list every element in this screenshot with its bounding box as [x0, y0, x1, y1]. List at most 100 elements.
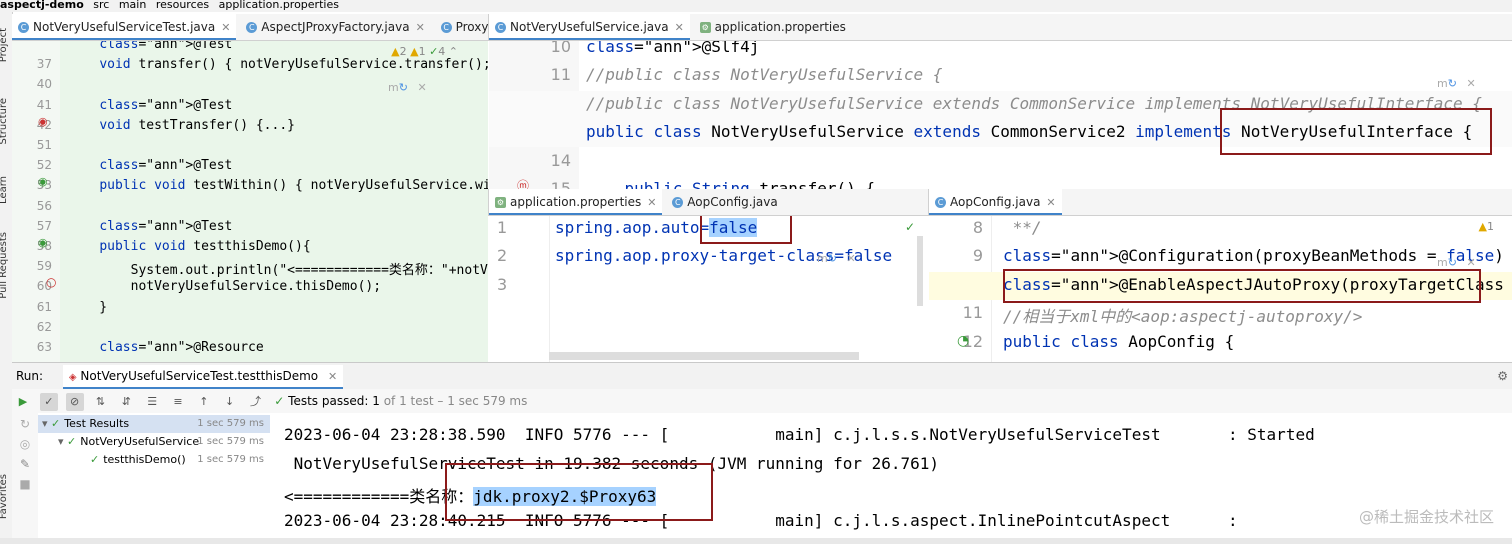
java-class-icon: C	[672, 197, 684, 208]
tab-notveryusefulservicetest[interactable]: C NotVeryUsefulServiceTest.java ✕	[12, 14, 237, 40]
run-test-icon[interactable]: ◉	[38, 175, 48, 188]
java-class-icon: C	[440, 22, 452, 33]
run-test-icon[interactable]: ◉	[38, 236, 48, 249]
tab-application-properties-split[interactable]: ⚙ application.properties ✕	[489, 189, 663, 215]
line-number: 10	[550, 41, 571, 56]
check-icon: ✓	[905, 220, 916, 234]
export-icon[interactable]: ⤴	[246, 393, 264, 411]
debug-icon[interactable]: ↻	[12, 417, 38, 431]
breakpoint-icon[interactable]: ○	[46, 275, 56, 289]
camera-icon[interactable]: ◎	[12, 437, 38, 451]
chevron-up-icon[interactable]: ⌃	[449, 45, 458, 58]
close-icon[interactable]: ✕	[647, 196, 656, 209]
inspection-widget[interactable]: ▲2 ▲1 ✓4 ⌃	[391, 45, 458, 58]
gear-icon[interactable]: ⚙	[1497, 363, 1508, 389]
service-editor-tabs: C NotVeryUsefulService.java ✕ ⚙ application…	[488, 14, 1512, 41]
line-number: 3	[497, 274, 508, 294]
override-icon[interactable]: ⓜ	[517, 177, 529, 189]
highlight-box-proxy	[445, 463, 713, 521]
code-line: public class AopConfig {	[1003, 331, 1235, 351]
aop-code-editor[interactable]: 89101112 ◔ **/class="ann">@Configuration…	[929, 216, 1512, 362]
tests-passed-detail: of 1 test – 1 sec 579 ms	[383, 394, 528, 408]
side-tab-structure[interactable]: Structure	[0, 98, 9, 145]
side-tab-learn[interactable]: Learn	[0, 176, 9, 204]
line-number: 11	[962, 303, 983, 323]
arrow-up-icon[interactable]: ↑	[195, 393, 213, 411]
code-line: class="ann">@Test	[99, 41, 233, 52]
left-editor-tabs: C NotVeryUsefulServiceTest.java ✕ C AspectJ…	[12, 14, 488, 41]
sort-duration-icon[interactable]: ⇵	[117, 393, 135, 411]
arrow-down-icon[interactable]: ↓	[221, 393, 239, 411]
breadcrumb-src[interactable]: src	[93, 0, 109, 11]
property-key: spring.aop.auto=	[555, 218, 710, 237]
highlight-box-interface	[1220, 108, 1492, 155]
horizontal-scrollbar[interactable]	[549, 352, 859, 360]
maven-reload-icon[interactable]: m↻ ✕	[817, 252, 856, 265]
close-icon[interactable]: ✕	[328, 370, 337, 383]
code-line: **/	[1003, 218, 1042, 237]
tab-notveryusefulservice[interactable]: C NotVeryUsefulService.java ✕	[489, 14, 690, 40]
inspection-widget[interactable]: ▲1	[1479, 220, 1494, 233]
line-number: 61	[36, 299, 52, 314]
side-tab-project[interactable]: Project	[0, 28, 9, 62]
spring-bean-icon[interactable]: ◔	[957, 333, 969, 349]
maven-reload-icon[interactable]: m↻ ✕	[1437, 256, 1476, 269]
tests-passed-label: Tests passed:	[288, 394, 369, 408]
tab-label: AopConfig.java	[687, 195, 778, 209]
run-label: Run:	[16, 369, 44, 383]
maven-reload-icon[interactable]: m↻ ✕	[388, 81, 427, 94]
breadcrumb-resources[interactable]: resources	[156, 0, 209, 11]
show-ignored-icon[interactable]: ⊘	[65, 393, 84, 411]
close-icon[interactable]: ✕	[221, 21, 230, 34]
run-test-icon[interactable]: ◉	[38, 115, 48, 128]
line-number: 14	[550, 150, 571, 170]
tree-row-test-method[interactable]: ✓ testthisDemo() 1 sec 579 ms	[38, 451, 270, 469]
sort-alpha-icon[interactable]: ⇅	[91, 393, 109, 411]
line-number: 8	[972, 218, 983, 237]
code-line: void transfer() { notVeryUsefulService.t…	[99, 57, 488, 73]
service-code-editor[interactable]: 101112131415 ◔ ⓜ class="ann">@Slf4j//pub…	[489, 41, 1512, 189]
tab-aopconfig-split[interactable]: C AopConfig.java	[666, 189, 783, 215]
tab-aspectjproxyfactory[interactable]: C AspectJProxyFactory.java ✕	[240, 14, 430, 40]
tab-label: application.properties	[714, 20, 846, 34]
console-output[interactable]: 2023-06-04 23:28:38.590 INFO 5776 --- [ …	[270, 413, 1512, 544]
show-passed-icon[interactable]: ✓	[39, 393, 58, 411]
line-number: 9	[972, 246, 983, 266]
side-tab-favorites[interactable]: Favorites	[0, 474, 9, 519]
collapse-all-icon[interactable]: ≡	[169, 393, 187, 411]
tab-label: NotVeryUsefulService.java	[510, 20, 669, 34]
breadcrumb-main[interactable]: main	[119, 0, 146, 11]
side-tab-pull-requests[interactable]: Pull Requests	[0, 232, 9, 299]
maven-reload-icon[interactable]: m↻ ✕	[1437, 77, 1476, 90]
tab-application-properties[interactable]: ⚙ application.properties	[694, 14, 852, 40]
wrench-icon[interactable]: ✎	[12, 457, 38, 471]
run-config-tab[interactable]: ◈ NotVeryUsefulServiceTest.testthisDemo …	[62, 365, 344, 389]
tree-row-test-class[interactable]: ▾ ✓ NotVeryUsefulService 1 sec 579 ms	[38, 433, 270, 451]
vertical-scrollbar[interactable]	[917, 236, 923, 306]
tab-aopconfig[interactable]: C AopConfig.java ✕	[929, 189, 1062, 215]
aop-editor-tabs: C AopConfig.java ✕	[928, 189, 1512, 216]
properties-file-icon: ⚙	[495, 197, 506, 208]
code-line: }	[68, 299, 108, 315]
tree-row-time: 1 sec 579 ms	[197, 436, 264, 447]
tree-row-test-results[interactable]: ▾ ✓ Test Results 1 sec 579 ms	[38, 415, 270, 433]
breadcrumb-project[interactable]: aspectj-demo	[0, 0, 84, 11]
rerun-icon[interactable]: ▶	[14, 393, 32, 411]
close-icon[interactable]: ✕	[675, 21, 684, 34]
left-code-editor[interactable]: 37 40 41 42 51 52 53 56 57 58 59 60 61 62 63 ◉ ◉ ◉ ○ c…	[12, 41, 488, 362]
breadcrumb-file[interactable]: application.properties	[219, 0, 339, 11]
expand-all-icon[interactable]: ☰	[143, 393, 161, 411]
java-class-icon: C	[935, 197, 946, 208]
close-icon[interactable]: ✕	[1046, 196, 1055, 209]
code-line: //public class NotVeryUsefulService {	[586, 65, 943, 85]
props-code-editor[interactable]: 123 spring.aop.auto=false spring.aop.prox…	[489, 216, 928, 362]
code-line: //相当于xml中的<aop:aspectj-autoproxy/>	[1003, 307, 1363, 327]
run-panel-header: Run: ◈ NotVeryUsefulServiceTest.testthis…	[12, 362, 1512, 390]
tab-label: NotVeryUsefulServiceTest.java	[33, 20, 216, 34]
props-editor-tabs: ⚙ application.properties ✕ C AopConfig.java	[488, 189, 929, 216]
close-icon[interactable]: ✕	[416, 21, 425, 34]
stop-icon[interactable]: ■	[12, 477, 38, 491]
tab-proxycr[interactable]: CProxyCr	[435, 14, 488, 40]
line-number: 56	[36, 198, 52, 213]
tree-row-label: Test Results	[64, 417, 130, 430]
